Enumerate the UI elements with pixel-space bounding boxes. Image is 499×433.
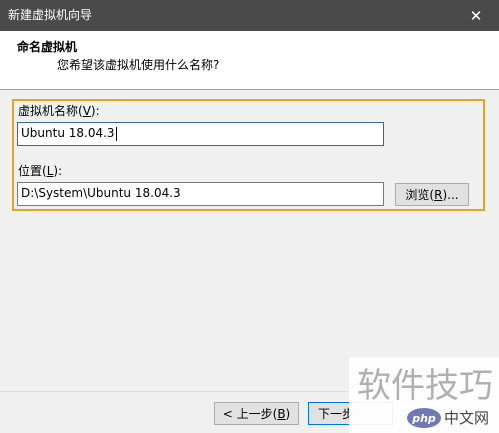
watermark: 软件技巧 php 中文网 <box>349 357 499 433</box>
page-subtitle: 您希望该虚拟机使用什么名称? <box>57 58 220 72</box>
cn-logo-text: 中文网 <box>444 409 489 427</box>
vm-name-input[interactable]: Ubuntu 18.04.3 <box>17 122 384 146</box>
location-input[interactable]: D:\System\Ubuntu 18.04.3 <box>17 182 384 206</box>
page-title: 命名虚拟机 <box>17 40 78 54</box>
new-vm-wizard-window: 新建虚拟机向导 ✕ 命名虚拟机 您希望该虚拟机使用什么名称? 虚拟机名称(V):… <box>0 0 499 433</box>
text-caret <box>115 126 117 141</box>
back-button[interactable]: < 上一步(B) <box>214 402 299 425</box>
php-cn-logo: php 中文网 <box>407 408 489 428</box>
watermark-text: 软件技巧 <box>357 366 493 406</box>
location-label: 位置(L): <box>18 164 63 178</box>
wizard-header: 命名虚拟机 您希望该虚拟机使用什么名称? <box>0 31 499 90</box>
vm-name-label: 虚拟机名称(V): <box>18 104 100 118</box>
title-bar[interactable]: 新建虚拟机向导 ✕ <box>0 0 499 31</box>
window-title: 新建虚拟机向导 <box>8 8 93 22</box>
php-logo-text: php <box>411 412 436 425</box>
close-icon[interactable]: ✕ <box>453 0 499 31</box>
browse-button[interactable]: 浏览(R)... <box>395 183 469 206</box>
